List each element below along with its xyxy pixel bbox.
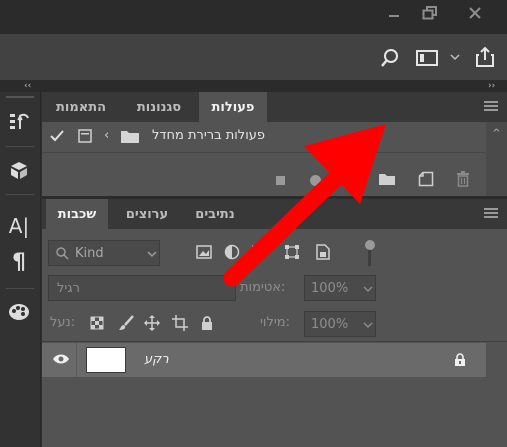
annotation-arrow bbox=[223, 124, 386, 287]
